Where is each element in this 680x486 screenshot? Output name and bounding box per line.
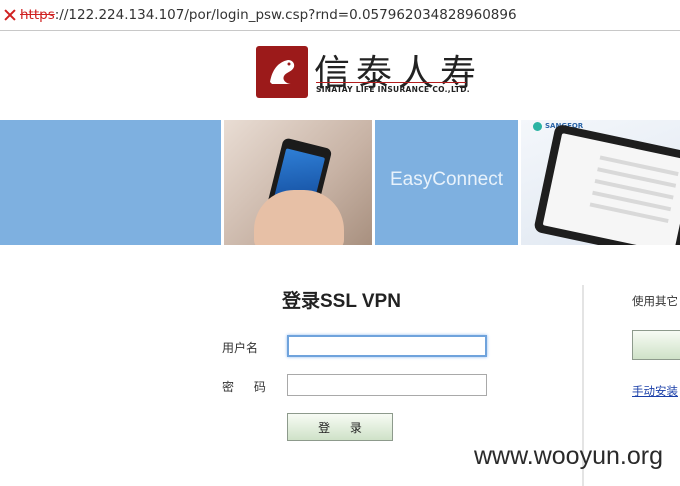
url-scheme: https xyxy=(20,7,55,23)
banner-phone-image xyxy=(224,120,372,245)
password-input[interactable] xyxy=(287,374,487,396)
password-label: 密 码 xyxy=(222,380,274,394)
logo-divider xyxy=(316,82,466,83)
logo-english-name: SINATAY LIFE INSURANCE CO.,LTD. xyxy=(316,85,470,94)
banner-easyconnect-panel: EasyConnect xyxy=(375,120,518,245)
login-button[interactable]: 登 录 xyxy=(287,413,393,441)
tablet-icon xyxy=(533,123,680,245)
login-title: 登录SSL VPN xyxy=(282,291,401,312)
banner-tablet-image: SANGFOR xyxy=(521,120,680,245)
manual-install-link[interactable]: 手动安装 xyxy=(632,383,678,399)
other-method-button[interactable] xyxy=(632,330,680,360)
username-input[interactable] xyxy=(287,335,487,357)
hand-image xyxy=(254,190,344,245)
other-methods-heading: 使用其它 xyxy=(632,294,678,308)
address-bar[interactable]: https ://122.224.134.107/por/login_psw.c… xyxy=(0,0,680,31)
username-label: 用户名 xyxy=(222,341,259,355)
product-banner: EasyConnect SANGFOR xyxy=(0,120,680,245)
insecure-connection-icon xyxy=(3,8,17,22)
sangfor-logo-icon xyxy=(533,122,542,131)
watermark: www.wooyun.org xyxy=(474,442,663,470)
url-text: ://122.224.134.107/por/login_psw.csp?rnd… xyxy=(54,7,517,23)
qilin-emblem-icon xyxy=(256,46,308,98)
company-logo: 信泰人寿 SINATAY LIFE INSURANCE CO.,LTD. xyxy=(256,46,476,98)
banner-panel-blank xyxy=(0,120,221,245)
easyconnect-label: EasyConnect xyxy=(389,168,503,190)
